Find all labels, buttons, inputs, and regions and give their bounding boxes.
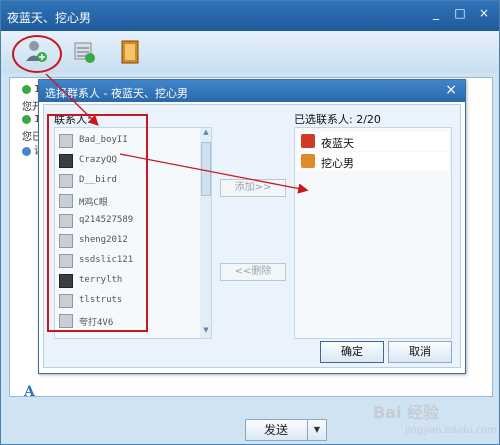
annotation-arrow: [45, 73, 99, 126]
annotation-arrow: [119, 153, 309, 194]
annotation-arrows: [45, 73, 309, 194]
